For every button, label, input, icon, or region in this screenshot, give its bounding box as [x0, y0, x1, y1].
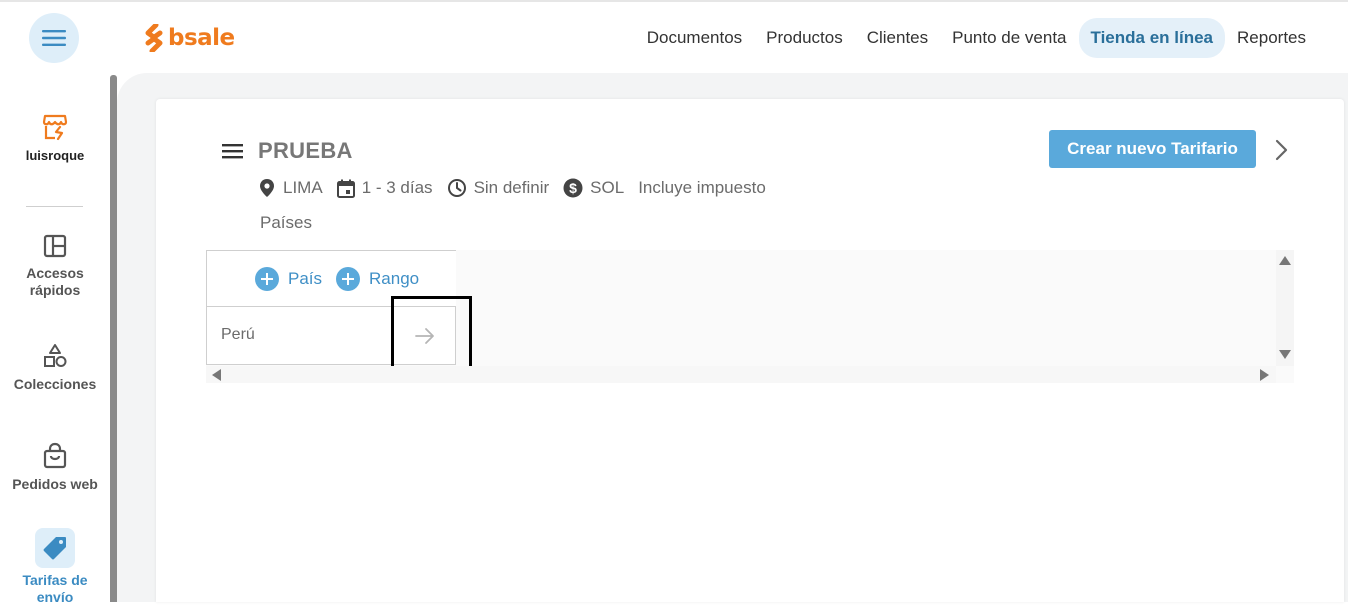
nav-punto-de-venta[interactable]: Punto de venta: [940, 18, 1078, 58]
page-title: PRUEBA: [258, 138, 353, 163]
nav-productos[interactable]: Productos: [754, 18, 855, 58]
table-row: Perú: [206, 307, 456, 365]
add-country-label: País: [288, 268, 323, 288]
list-menu-icon[interactable]: [222, 142, 244, 160]
create-rate-table-button[interactable]: Crear nuevo Tarifario: [1049, 130, 1256, 168]
location-pin-icon: [260, 179, 274, 197]
store-name: luisroque: [25, 148, 85, 163]
sidebar-item-label: Pedidos web: [12, 476, 98, 492]
meta-location: LIMA: [258, 178, 323, 198]
meta-schedule: Sin definir: [447, 178, 550, 198]
table-header: País Rango: [206, 250, 456, 307]
add-range-button[interactable]: Rango: [336, 266, 420, 291]
top-border: [0, 0, 1348, 2]
meta-schedule-text: Sin definir: [473, 178, 550, 197]
plus-circle-icon: [336, 266, 361, 291]
sidebar-item-pedidos-web[interactable]: Pedidos web: [0, 442, 110, 493]
vertical-scrollbar[interactable]: [1276, 250, 1294, 366]
hamburger-icon: [42, 30, 66, 46]
meta-location-text: LIMA: [283, 178, 323, 197]
countries-section-label: Países: [260, 213, 312, 232]
sidebar-item-colecciones[interactable]: Colecciones: [0, 342, 110, 393]
layout-icon: [43, 234, 67, 258]
tag-icon: [43, 537, 66, 560]
sidebar-divider: [26, 206, 83, 207]
rate-meta: LIMA 1 - 3 días Sin definir $ SOL Incluy…: [258, 178, 780, 198]
open-country-button[interactable]: [392, 307, 457, 364]
scroll-up-icon[interactable]: [1279, 256, 1291, 265]
bsale-logo[interactable]: bsale: [144, 22, 235, 54]
shapes-icon: [44, 344, 67, 367]
nav-reportes[interactable]: Reportes: [1225, 18, 1318, 58]
sidebar-scrollbar[interactable]: [110, 75, 117, 602]
horizontal-scrollbar[interactable]: [206, 366, 1276, 383]
top-navigation: Documentos Productos Clientes Punto de v…: [635, 18, 1318, 58]
sidebar-item-tarifas-de-envio[interactable]: Tarifas de envío: [0, 528, 110, 606]
hamburger-menu-button[interactable]: [29, 13, 79, 63]
plus-circle-icon: [255, 266, 279, 291]
sidebar-item-label: Colecciones: [13, 376, 97, 392]
sidebar-item-accesos-rapidos[interactable]: Accesos rápidos: [0, 233, 110, 299]
meta-currency: $ SOL: [563, 178, 624, 198]
sidebar-store[interactable]: luisroque: [0, 113, 110, 164]
clock-icon: [447, 179, 466, 197]
meta-days: 1 - 3 días: [336, 178, 433, 198]
title-row: PRUEBA: [222, 138, 353, 164]
add-range-label: Rango: [369, 268, 420, 288]
scroll-down-icon[interactable]: [1279, 350, 1291, 359]
calendar-icon: [336, 179, 355, 198]
nav-tienda-en-linea[interactable]: Tienda en línea: [1078, 18, 1226, 58]
nav-clientes[interactable]: Clientes: [855, 18, 940, 58]
logo-text: bsale: [168, 25, 235, 51]
scroll-right-icon[interactable]: [1260, 369, 1269, 381]
store-icon: [42, 114, 68, 141]
shopping-bag-icon: [43, 442, 67, 469]
logo-mark-icon: [145, 24, 163, 52]
dollar-circle-icon: $: [563, 178, 583, 198]
chevron-right-icon[interactable]: [1270, 137, 1292, 163]
meta-days-text: 1 - 3 días: [361, 178, 433, 197]
arrow-right-icon: [415, 327, 434, 344]
meta-tax: Incluye impuesto: [638, 178, 766, 197]
country-name: Perú: [221, 326, 255, 343]
meta-currency-text: SOL: [590, 178, 625, 197]
nav-documentos[interactable]: Documentos: [635, 18, 754, 58]
svg-text:$: $: [569, 180, 577, 196]
sidebar: luisroque Accesos rápidos Colecciones Pe…: [0, 75, 110, 605]
sidebar-item-label: Tarifas de envío: [22, 572, 88, 605]
add-country-button[interactable]: País: [255, 266, 323, 291]
sidebar-item-label: Accesos rápidos: [26, 265, 84, 298]
active-item-highlight: [35, 528, 75, 568]
scroll-left-icon[interactable]: [212, 369, 221, 381]
